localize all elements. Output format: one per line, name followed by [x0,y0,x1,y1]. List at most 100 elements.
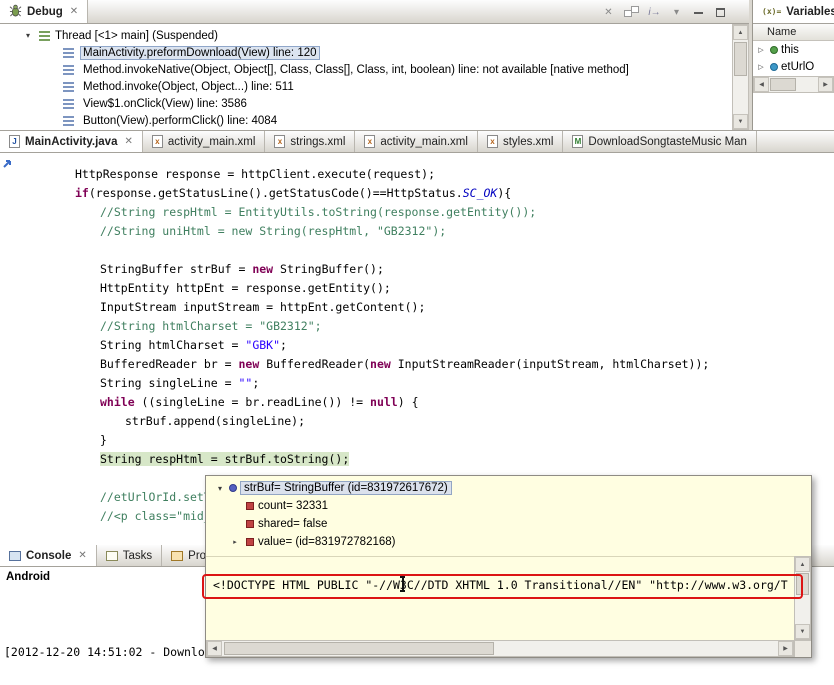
code-line[interactable]: //String uniHtml = new String(respHtml, … [25,222,834,241]
close-icon[interactable]: ✕ [124,136,132,147]
windows-icon[interactable] [624,6,639,18]
code-line[interactable]: strBuf.append(singleLine); [25,412,834,431]
thread-row[interactable]: Thread [<1> main] (Suspended) [0,27,732,44]
stack-frame-row[interactable]: Method.invoke(Object, Object...) line: 5… [0,78,732,95]
variables-name-header[interactable]: Name [753,24,834,41]
editor-tab[interactable]: x activity_main.xml [355,131,478,152]
popup-field-row[interactable]: ▸ value= (id=831972782168) [206,533,811,551]
scroll-track[interactable] [733,40,748,114]
scroll-thumb[interactable] [770,78,796,91]
editor-tab[interactable]: x styles.xml [478,131,564,152]
file-icon: M [572,135,584,148]
scroll-thumb[interactable] [734,42,747,76]
code-line[interactable]: while ((singleLine = br.readLine()) != n… [25,393,834,412]
console-tab[interactable]: Tasks [97,545,163,566]
stack-frame-row[interactable]: MainActivity.preformDownload(View) line:… [0,44,732,61]
code-line[interactable]: InputStream inputStream = httpEnt.getCon… [25,298,834,317]
debug-vscrollbar[interactable]: ▲ ▼ [732,24,749,130]
scroll-up-icon[interactable]: ▲ [795,557,810,572]
debug-bug-icon [9,4,22,20]
variable-icon [229,484,237,492]
remove-terminated-icon[interactable]: ✕ [602,4,615,20]
chevron-down-icon[interactable] [214,484,226,493]
popup-field-row[interactable]: count= 32331 [206,497,811,515]
stack-frame-row[interactable]: Button(View).performClick() line: 4084 [0,112,732,129]
tab-variables[interactable]: (x)= Variables [753,0,834,23]
variable-name: this [781,43,799,56]
scroll-left-icon[interactable]: ◀ [754,77,769,92]
maximize-icon[interactable] [714,4,727,20]
chevron-right-icon[interactable] [755,62,767,71]
scroll-down-icon[interactable]: ▼ [733,114,748,129]
console-tab[interactable]: Console ✕ [0,545,97,566]
code-line[interactable]: //String htmlCharset = "GB2312"; [25,317,834,336]
console-tab-icon [105,550,118,561]
view-menu-chevron-icon[interactable]: ▾ [670,4,683,20]
chevron-right-icon[interactable]: ▸ [228,538,242,546]
code-line[interactable]: } [25,431,834,450]
minimize-icon[interactable] [692,4,705,20]
popup-field-label: count= 32331 [258,500,329,512]
scroll-left-icon[interactable]: ◀ [207,641,222,656]
popup-root-row[interactable]: strBuf= StringBuffer (id=831972617672) [206,479,811,497]
editor-tab[interactable]: x activity_main.xml [143,131,266,152]
editor-tab[interactable]: x strings.xml [265,131,356,152]
console-tab-icon [171,550,184,561]
stack-frame-icon [62,64,75,75]
editor-tab[interactable]: J MainActivity.java ✕ [0,131,143,152]
text-cursor [398,576,407,592]
stack-frame-row[interactable]: Method.invokeNative(Object, Object[], Cl… [0,61,732,78]
private-field-icon [246,502,254,510]
code-line[interactable]: String singleLine = ""; [25,374,834,393]
stack-frame-icon [62,115,75,126]
console-tab-label: Console [26,549,72,562]
editor-tab-label: activity_main.xml [167,135,256,148]
popup-hscrollbar[interactable]: ◀ ▶ [206,640,794,657]
editor-tab-label: DownloadSongtasteMusic Man [588,135,747,148]
code-line[interactable]: BufferedReader br = new BufferedReader(n… [25,355,834,374]
debug-toolbar: ✕ i→ ▾ [602,3,727,21]
editor-tab[interactable]: M DownloadSongtasteMusic Man [563,131,757,152]
stack-frame-label: Method.invoke(Object, Object...) line: 5… [83,80,294,93]
code-line[interactable]: //String respHtml = EntityUtils.toString… [25,203,834,222]
stack-frame-label: Method.invokeNative(Object, Object[], Cl… [83,63,629,76]
variable-row[interactable]: etUrlO [753,58,834,75]
tab-debug-label: Debug [27,5,63,18]
variables-hscrollbar[interactable]: ◀ ▶ [753,76,834,93]
code-line[interactable] [25,241,834,260]
close-icon[interactable]: ✕ [70,6,78,17]
variables-icon: (x)= [762,7,782,16]
scroll-right-icon[interactable]: ▶ [778,641,793,656]
chevron-right-icon[interactable] [755,45,767,54]
code-line[interactable]: StringBuffer strBuf = new StringBuffer()… [25,260,834,279]
scroll-right-icon[interactable]: ▶ [818,77,833,92]
scroll-down-icon[interactable]: ▼ [795,624,810,639]
eclipse-window: Debug ✕ ✕ i→ ▾ Thread [<1> main] (Suspen… [0,0,834,685]
i-arrow-icon[interactable]: i→ [648,4,661,20]
variable-name: etUrlO [781,60,815,73]
thread-icon [38,30,51,41]
variable-row[interactable]: this [753,41,834,58]
code-line[interactable]: HttpEntity httpEnt = response.getEntity(… [25,279,834,298]
scroll-thumb[interactable] [224,642,494,655]
code-line[interactable]: String respHtml = strBuf.toString(); [25,450,834,469]
popup-field-row[interactable]: shared= false [206,515,811,533]
close-icon[interactable]: ✕ [78,550,86,561]
stack-frame-label: MainActivity.preformDownload(View) line:… [80,45,320,60]
code-line[interactable]: if(response.getStatusLine().getStatusCod… [25,184,834,203]
scroll-track[interactable] [222,641,778,656]
variables-tabrow: (x)= Variables [753,0,834,24]
debug-view: Debug ✕ ✕ i→ ▾ Thread [<1> main] (Suspen… [0,0,749,130]
popup-root-label: strBuf= StringBuffer (id=831972617672) [240,481,452,495]
console-tab-label: Tasks [122,549,153,562]
code-line[interactable]: HttpResponse response = httpClient.execu… [25,165,834,184]
variable-icon [770,45,778,54]
scroll-up-icon[interactable]: ▲ [733,25,748,40]
chevron-down-icon[interactable] [22,31,34,40]
code-line[interactable]: String htmlCharset = "GBK"; [25,336,834,355]
scroll-track[interactable] [769,77,818,92]
tab-debug[interactable]: Debug ✕ [0,0,89,23]
tab-variables-label: Variables [786,5,834,18]
stack-frame-row[interactable]: View$1.onClick(View) line: 3586 [0,95,732,112]
file-icon: x [486,135,498,148]
